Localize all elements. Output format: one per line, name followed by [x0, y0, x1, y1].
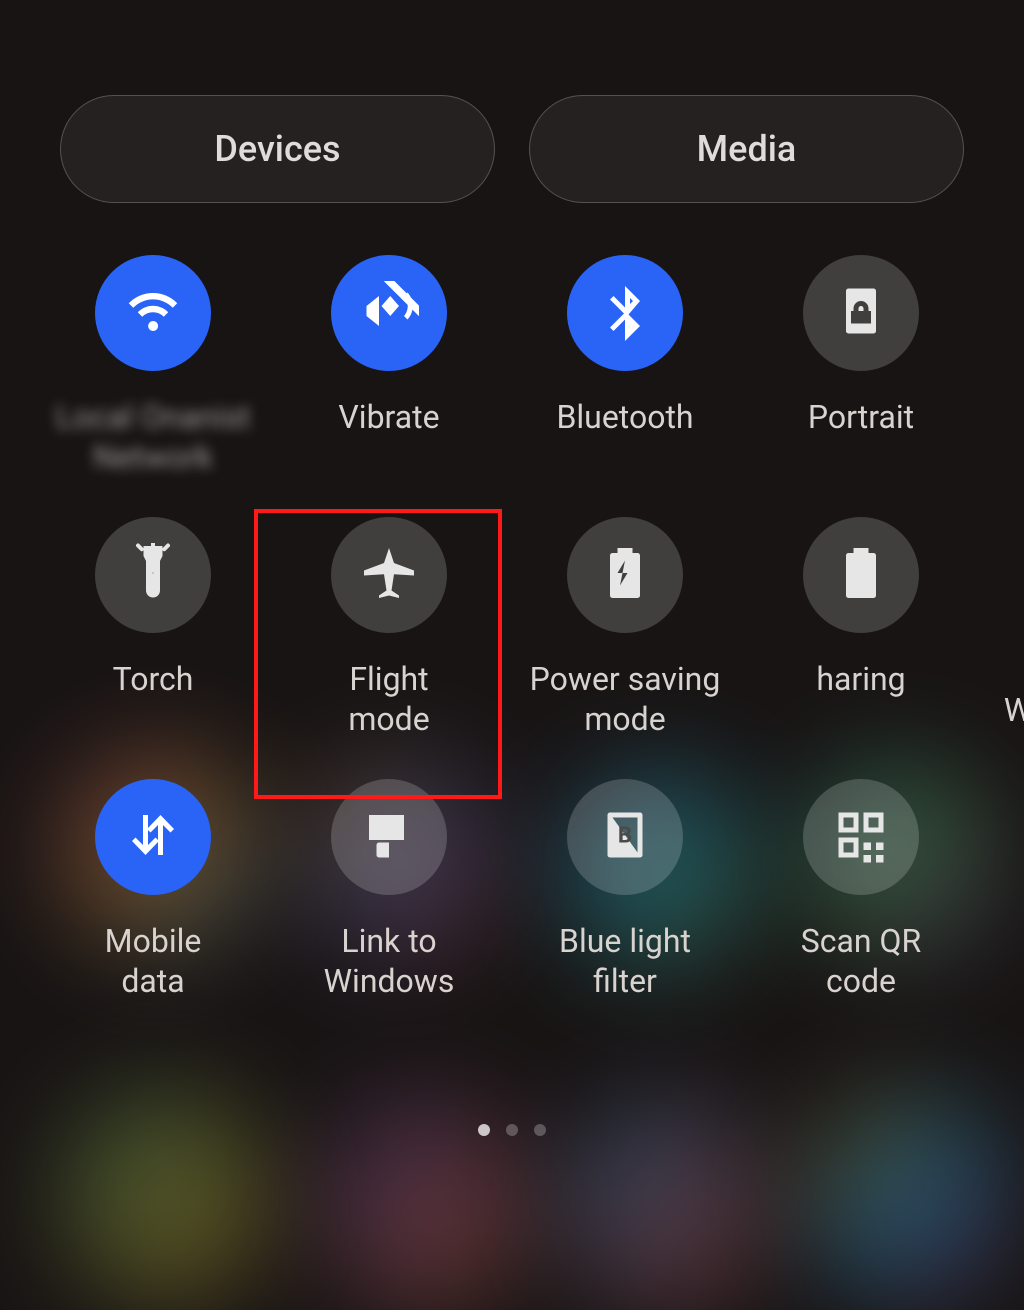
blue-light-icon: B	[595, 805, 655, 869]
torch-label: Torch	[113, 659, 194, 739]
vibrate-tile-circle	[331, 255, 447, 371]
torch-icon	[123, 543, 183, 607]
vibrate-label: Vibrate	[338, 397, 439, 477]
portrait-lock-icon	[831, 281, 891, 345]
flight-mode-tile-circle	[331, 517, 447, 633]
quick-settings-panel: Devices Media Local Onanist Network Vibr…	[0, 0, 1024, 1256]
wifi-icon	[123, 281, 183, 345]
link-to-windows-tile[interactable]: Link to Windows	[276, 779, 502, 1001]
sharing-tile-circle	[803, 517, 919, 633]
battery-share-icon	[831, 543, 891, 607]
link-to-windows-icon	[359, 805, 419, 869]
bluetooth-label: Bluetooth	[556, 397, 693, 477]
bluetooth-tile-circle	[567, 255, 683, 371]
sharing-tile[interactable]: haring	[748, 517, 974, 739]
torch-tile-circle	[95, 517, 211, 633]
mobile-data-tile[interactable]: Mobile data	[40, 779, 266, 1001]
blue-light-tile-circle: B	[567, 779, 683, 895]
link-to-windows-tile-circle	[331, 779, 447, 895]
mobile-data-tile-circle	[95, 779, 211, 895]
qr-code-icon	[831, 805, 891, 869]
quick-settings-grid: Local Onanist Network Vibrate Bluetooth	[0, 255, 1024, 1041]
portrait-tile[interactable]: Portrait	[748, 255, 974, 477]
portrait-label: Portrait	[808, 397, 914, 477]
wifi-tile[interactable]: Local Onanist Network	[40, 255, 266, 477]
bluetooth-icon	[595, 281, 655, 345]
svg-text:B: B	[618, 823, 632, 849]
mobile-data-icon	[123, 805, 183, 869]
mobile-data-label: Mobile data	[105, 921, 202, 1001]
airplane-icon	[359, 543, 419, 607]
page-dot-1[interactable]	[478, 1124, 490, 1136]
blue-light-label: Blue light filter	[559, 921, 691, 1001]
blue-light-tile[interactable]: B Blue light filter	[512, 779, 738, 1001]
flight-mode-tile[interactable]: Flight mode	[276, 517, 502, 739]
scan-qr-tile-circle	[803, 779, 919, 895]
flight-mode-label: Flight mode	[348, 659, 429, 739]
vibrate-tile[interactable]: Vibrate	[276, 255, 502, 477]
sharing-label: haring	[816, 659, 905, 739]
scan-qr-label: Scan QR code	[801, 921, 922, 1001]
page-indicator[interactable]	[0, 1124, 1024, 1136]
power-saving-tile[interactable]: Power saving mode	[512, 517, 738, 739]
torch-tile[interactable]: Torch	[40, 517, 266, 739]
wifi-next-page-tile[interactable]: Wi	[964, 548, 1024, 770]
scan-qr-tile[interactable]: Scan QR code	[748, 779, 974, 1001]
power-saving-label: Power saving mode	[530, 659, 721, 739]
wifi-next-page-label: Wi	[1004, 690, 1024, 770]
devices-button[interactable]: Devices	[60, 95, 495, 203]
vibrate-icon	[359, 281, 419, 345]
page-dot-3[interactable]	[534, 1124, 546, 1136]
portrait-tile-circle	[803, 255, 919, 371]
power-saving-tile-circle	[567, 517, 683, 633]
link-to-windows-label: Link to Windows	[324, 921, 455, 1001]
bluetooth-tile[interactable]: Bluetooth	[512, 255, 738, 477]
media-button[interactable]: Media	[529, 95, 964, 203]
battery-recycle-icon	[595, 543, 655, 607]
top-pills-row: Devices Media	[0, 95, 1024, 203]
wifi-label: Local Onanist Network	[56, 397, 251, 477]
wifi-tile-circle	[95, 255, 211, 371]
page-dot-2[interactable]	[506, 1124, 518, 1136]
